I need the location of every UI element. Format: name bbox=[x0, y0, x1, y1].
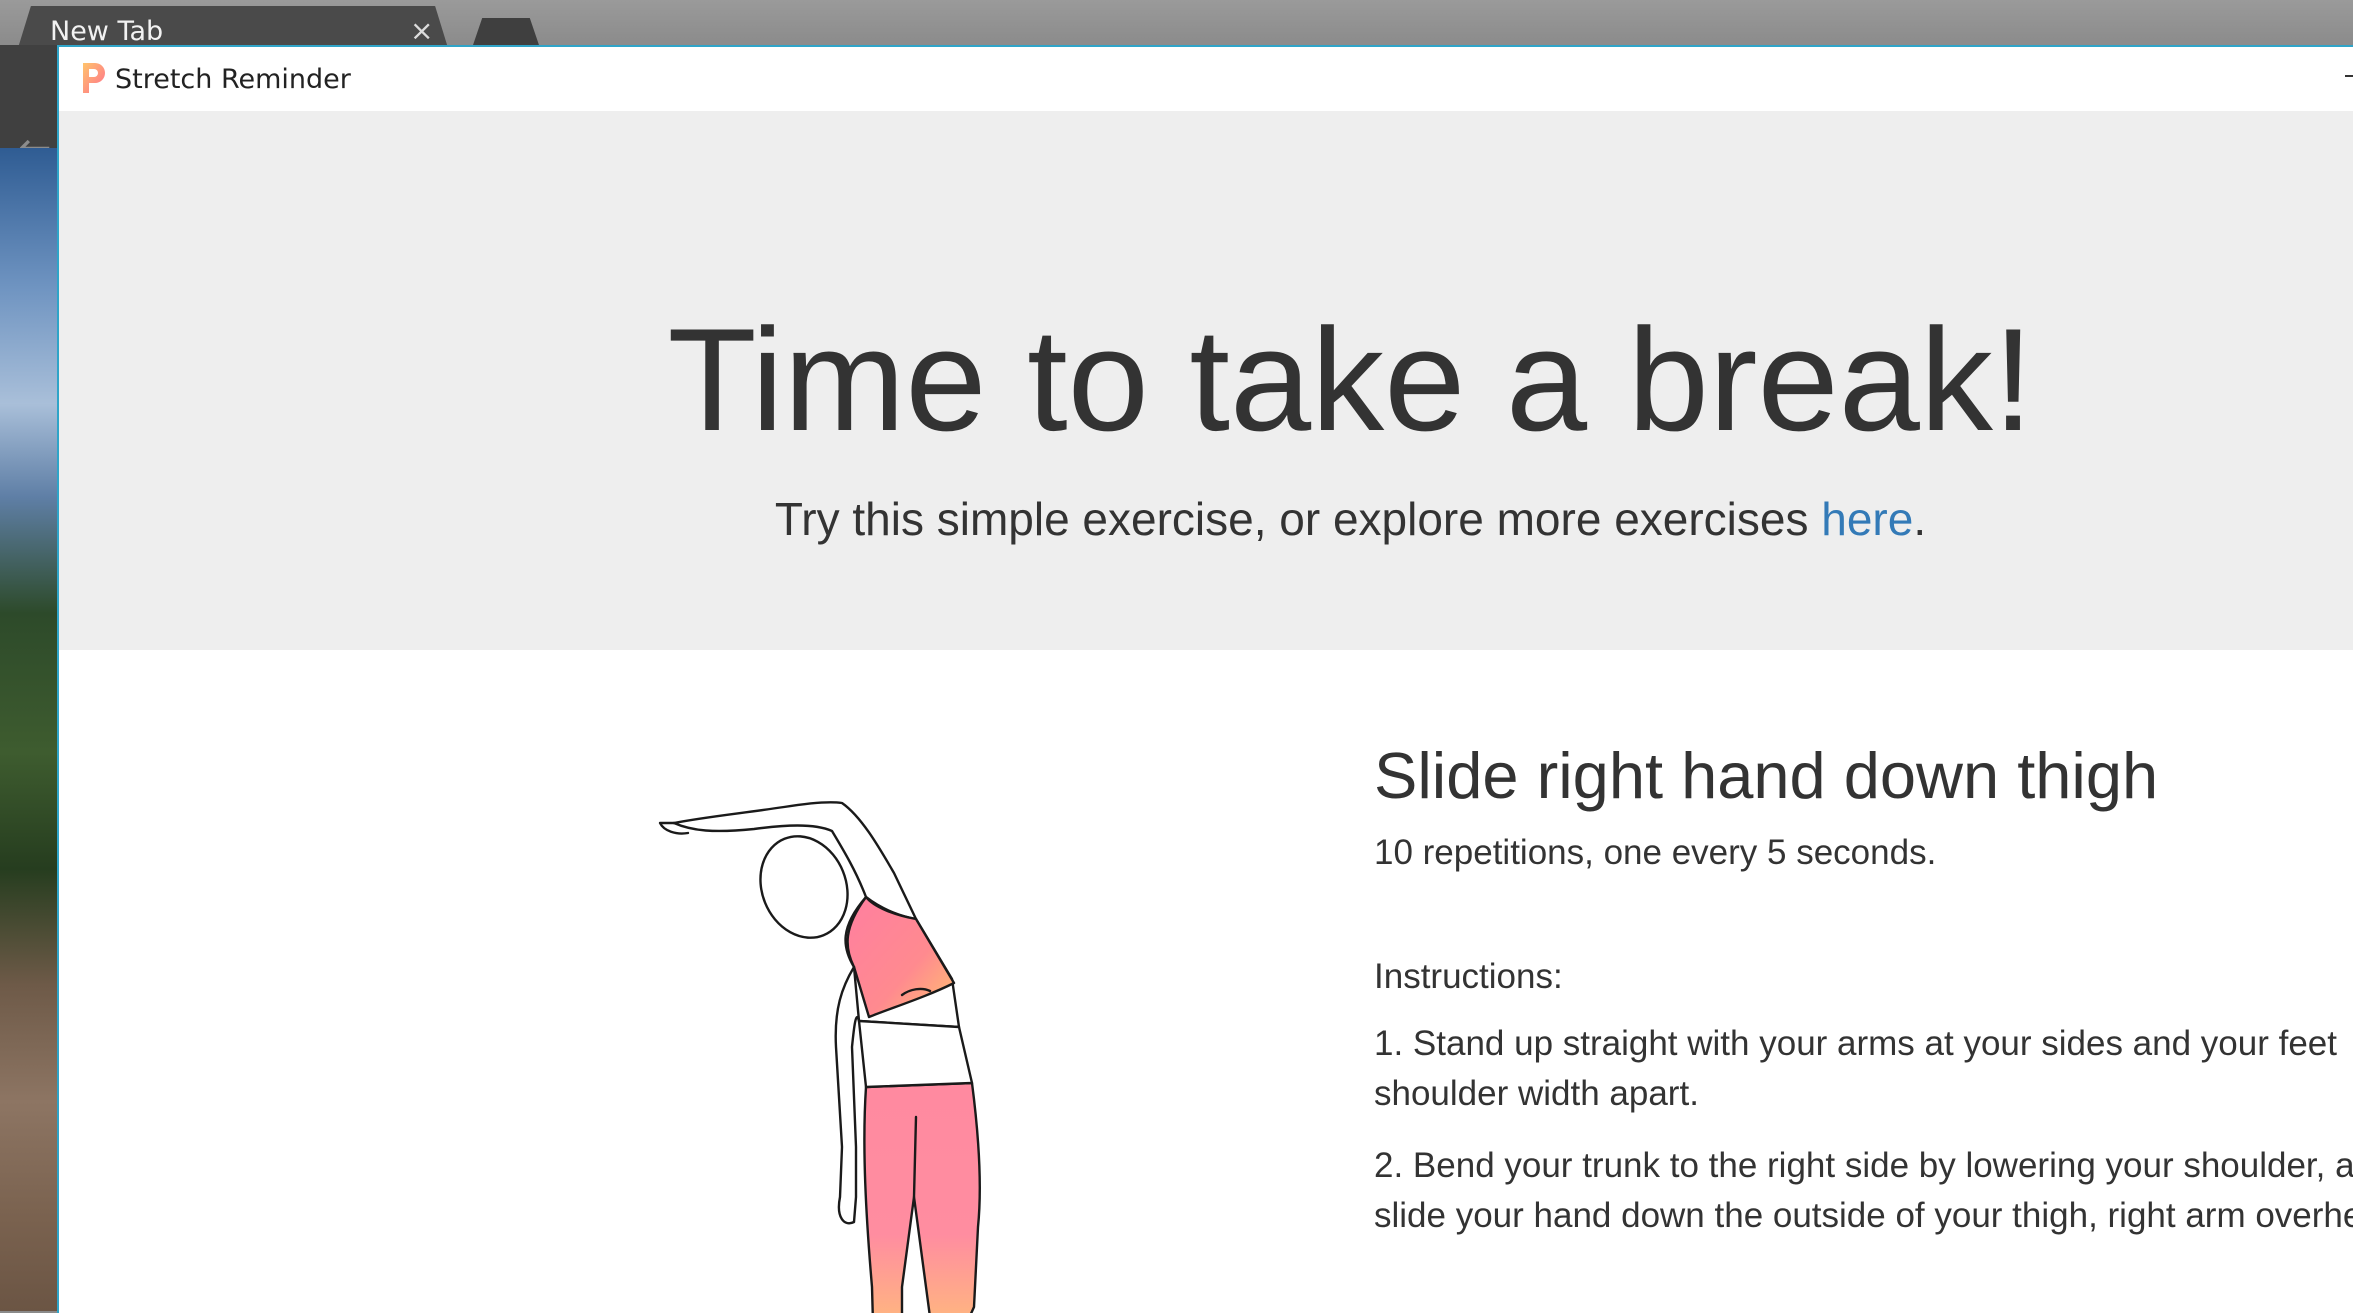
browser-tab-title[interactable]: New Tab bbox=[50, 16, 163, 47]
close-icon[interactable]: × bbox=[410, 14, 433, 47]
exercise-repetitions: 10 repetitions, one every 5 seconds. bbox=[1374, 833, 1937, 872]
window-titlebar[interactable]: Stretch Reminder bbox=[59, 47, 2353, 111]
hero-subtitle: Try this simple exercise, or explore mor… bbox=[59, 492, 2353, 546]
side-stretch-figure bbox=[658, 801, 981, 1313]
window-title: Stretch Reminder bbox=[115, 64, 351, 95]
stretch-reminder-logo-icon bbox=[83, 63, 105, 93]
minimize-button[interactable] bbox=[2345, 75, 2353, 77]
hero-banner: Time to take a break! Try this simple ex… bbox=[59, 111, 2353, 650]
hero-subtitle-text: Try this simple exercise, or explore mor… bbox=[774, 493, 1822, 545]
hero-subtitle-period: . bbox=[1913, 493, 1927, 545]
instructions-heading: Instructions: bbox=[1374, 957, 1563, 996]
new-tab-button[interactable] bbox=[472, 18, 540, 48]
instruction-step: 2. Bend your trunk to the right side by … bbox=[1374, 1146, 2353, 1235]
explore-exercises-link[interactable]: here bbox=[1821, 493, 1913, 545]
instruction-step: 1. Stand up straight with your arms at y… bbox=[1374, 1024, 2337, 1113]
exercise-panel: Slide right hand down thigh 10 repetitio… bbox=[1374, 737, 2353, 1241]
browser-toolbar: ← bbox=[0, 45, 60, 171]
page-title: Time to take a break! bbox=[667, 298, 2034, 461]
app-window: Stretch Reminder Time to take a break! T… bbox=[57, 45, 2353, 1313]
browser-tab-strip: New Tab × bbox=[0, 0, 2353, 48]
desktop-wallpaper bbox=[0, 148, 60, 1311]
exercise-title: Slide right hand down thigh bbox=[1374, 739, 2159, 812]
